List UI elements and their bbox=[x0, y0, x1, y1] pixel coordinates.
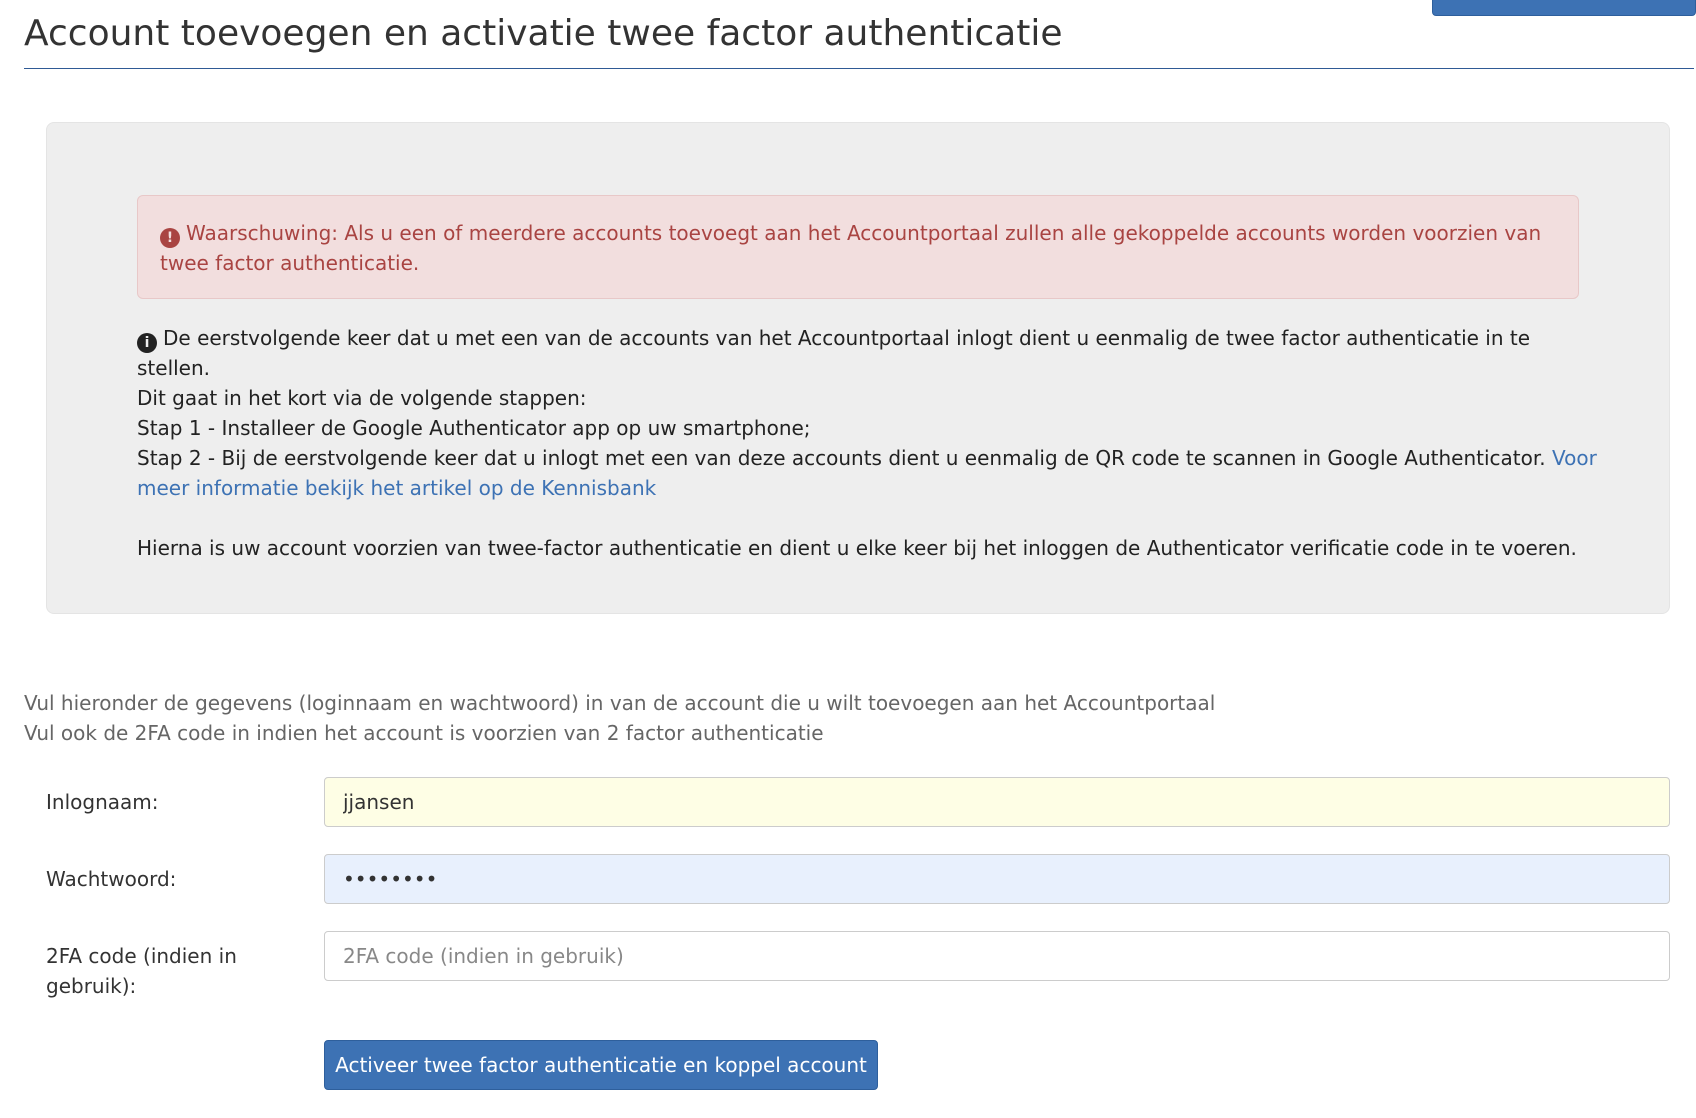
code-input[interactable] bbox=[324, 931, 1670, 981]
page: Account toevoegen en activatie twee fact… bbox=[0, 0, 1696, 1118]
info-after: Hierna is uw account voorzien van twee-f… bbox=[137, 536, 1577, 560]
info-step-1: Stap 1 - Installeer de Google Authentica… bbox=[137, 416, 811, 440]
info-text-block: i De eerstvolgende keer dat u met een van… bbox=[137, 323, 1597, 563]
warning-text: Waarschuwing: Als u een of meerdere acco… bbox=[160, 221, 1542, 275]
warning-alert: ! Waarschuwing: Als u een of meerdere acc… bbox=[137, 195, 1579, 299]
page-title: Account toevoegen en activatie twee fact… bbox=[24, 13, 1063, 54]
info-line-2: Dit gaat in het kort via de volgende sta… bbox=[137, 386, 587, 410]
info-line-1: i De eerstvolgende keer dat u met een van… bbox=[137, 326, 1531, 380]
password-label: Wachtwoord: bbox=[46, 867, 177, 891]
intro-line-2: Vul ook de 2FA code in indien het accoun… bbox=[24, 721, 824, 745]
info-step-2: Stap 2 - Bij de eerstvolgende keer dat u… bbox=[137, 446, 1597, 500]
exclamation-circle-icon: ! bbox=[160, 228, 180, 248]
code-label: 2FA code (indien in gebruik): bbox=[46, 944, 237, 998]
info-circle-icon: i bbox=[137, 333, 157, 353]
username-label: Inlognaam: bbox=[46, 790, 159, 814]
info-well: ! Waarschuwing: Als u een of meerdere acc… bbox=[46, 122, 1670, 614]
password-input[interactable] bbox=[324, 854, 1670, 904]
form-intro: Vul hieronder de gegevens (loginnaam en … bbox=[24, 688, 1624, 748]
username-input[interactable] bbox=[324, 777, 1670, 827]
submit-button[interactable]: Activeer twee factor authenticatie en ko… bbox=[324, 1040, 878, 1090]
intro-line-1: Vul hieronder de gegevens (loginnaam en … bbox=[24, 691, 1216, 715]
page-header: Account toevoegen en activatie twee fact… bbox=[24, 8, 1694, 69]
